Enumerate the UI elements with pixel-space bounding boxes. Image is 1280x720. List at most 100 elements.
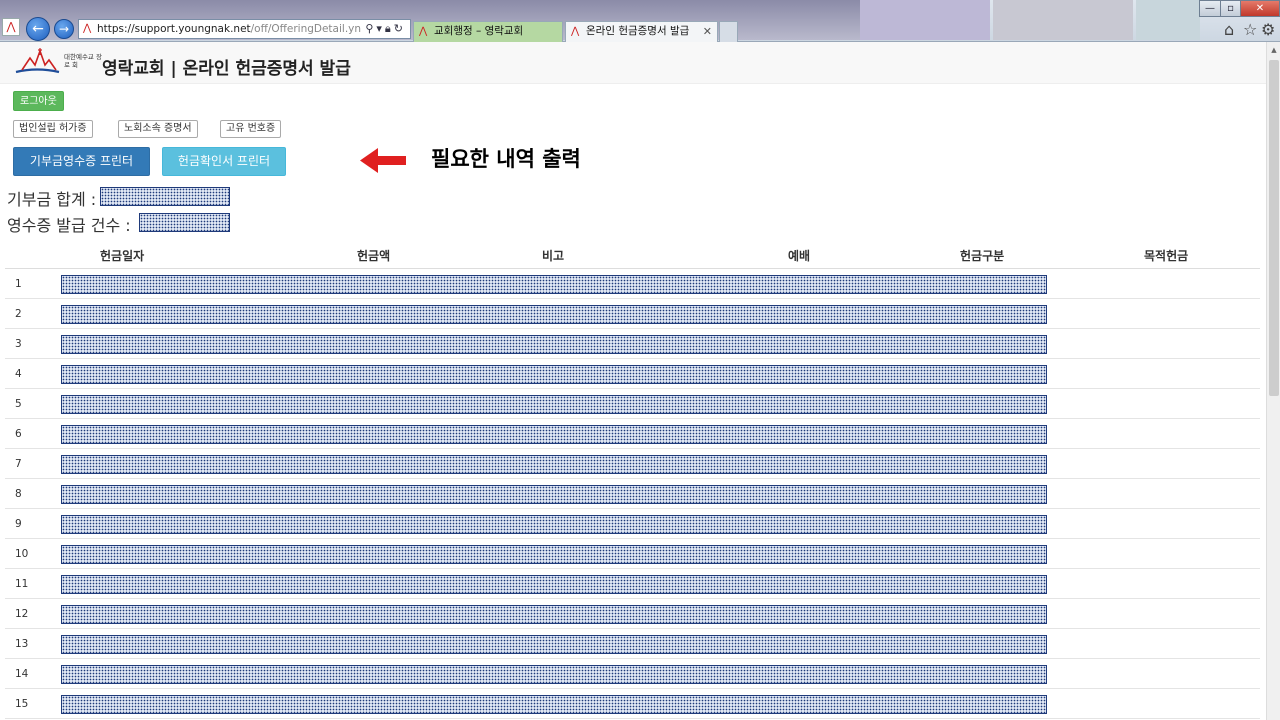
- row-redacted: [61, 425, 1047, 444]
- row-redacted: [61, 455, 1047, 474]
- tab-site-icon: ⋀: [571, 26, 580, 37]
- red-arrow-left-icon: [360, 148, 406, 173]
- gear-icon[interactable]: ⚙: [1261, 20, 1275, 39]
- row-redacted: [61, 335, 1047, 354]
- refresh-icon[interactable]: ↻: [394, 22, 406, 35]
- row-redacted: [61, 635, 1047, 654]
- table-row: 6: [5, 419, 1260, 449]
- table-row: 1: [5, 269, 1260, 299]
- star-icon[interactable]: ☆: [1243, 20, 1257, 39]
- site-icon: ⋀: [83, 23, 92, 34]
- row-redacted: [61, 605, 1047, 624]
- background-blur: [993, 0, 1133, 40]
- site-header: 대한예수교 장 로 회 영락교회 | 온라인 헌금증명서 발급: [0, 42, 1266, 84]
- row-number: 12: [15, 608, 29, 620]
- row-redacted: [61, 545, 1047, 564]
- vertical-scrollbar[interactable]: ▲: [1266, 42, 1280, 720]
- tab-label: 온라인 헌금증명서 발급: [586, 25, 690, 37]
- search-icon[interactable]: ⚲: [365, 22, 376, 35]
- col-remarks: 비고: [542, 249, 565, 263]
- close-icon[interactable]: ✕: [703, 22, 712, 41]
- receipt-count-label: 영수증 발급 건수 :: [7, 216, 131, 235]
- row-number: 10: [15, 548, 29, 560]
- url-path: /off/OfferingDetail.yn: [250, 23, 362, 35]
- row-number: 11: [15, 578, 29, 590]
- row-redacted: [61, 275, 1047, 294]
- background-blur: [1136, 0, 1200, 40]
- tab-church-admin[interactable]: ⋀ 교회행정 – 영락교회: [413, 21, 563, 42]
- print-offering-confirmation-button[interactable]: 헌금확인서 프린터: [162, 147, 286, 176]
- row-number: 2: [15, 308, 22, 320]
- donation-total-redacted: [100, 187, 230, 206]
- row-number: 1: [15, 278, 22, 290]
- row-redacted: [61, 305, 1047, 324]
- table-row: 3: [5, 329, 1260, 359]
- annotation-text: 필요한 내역 출력: [431, 147, 581, 171]
- url-host: https://support.youngnak.net: [97, 23, 251, 35]
- row-number: 9: [15, 518, 22, 530]
- row-redacted: [61, 515, 1047, 534]
- dropdown-icon[interactable]: ▾: [376, 22, 385, 35]
- row-redacted: [61, 575, 1047, 594]
- table-row: 13: [5, 629, 1260, 659]
- row-redacted: [61, 365, 1047, 384]
- address-bar[interactable]: ⋀ https://support.youngnak.net/off/Offer…: [78, 19, 411, 39]
- new-tab-button[interactable]: [719, 21, 738, 42]
- back-button[interactable]: ←: [26, 17, 50, 41]
- logout-button[interactable]: 로그아웃: [13, 91, 64, 111]
- col-worship: 예배: [788, 249, 811, 263]
- table-row: 12: [5, 599, 1260, 629]
- row-number: 6: [15, 428, 22, 440]
- row-number: 3: [15, 338, 22, 350]
- window-close-button[interactable]: ✕: [1240, 0, 1280, 17]
- corporation-permit-button[interactable]: 법인설립 허가증: [13, 120, 93, 138]
- table-row: 2: [5, 299, 1260, 329]
- donation-total-label: 기부금 합계 :: [7, 190, 97, 209]
- tab-label: 교회행정 – 영락교회: [434, 25, 524, 37]
- logo-subtitle: 대한예수교 장 로 회: [64, 53, 102, 69]
- receipt-count-redacted: [139, 213, 230, 232]
- row-redacted: [61, 695, 1047, 714]
- background-blur: [860, 0, 990, 40]
- table-row: 7: [5, 449, 1260, 479]
- row-redacted: [61, 395, 1047, 414]
- browser-chrome: ⋀ ← → ⋀ https://support.youngnak.net/off…: [0, 0, 1280, 42]
- row-number: 13: [15, 638, 29, 650]
- row-redacted: [61, 485, 1047, 504]
- scroll-up-icon[interactable]: ▲: [1267, 42, 1280, 58]
- col-offering-type: 헌금구분: [960, 249, 1005, 263]
- table-header: 헌금일자 헌금액 비고 예배 헌금구분 목적헌금: [5, 242, 1260, 269]
- table-row: 5: [5, 389, 1260, 419]
- scroll-thumb[interactable]: [1269, 60, 1279, 396]
- lock-icon: 🔒︎: [384, 22, 394, 35]
- app-icon: ⋀: [2, 18, 20, 36]
- presbytery-certificate-button[interactable]: 노회소속 증명서: [118, 120, 198, 138]
- page-content: 대한예수교 장 로 회 영락교회 | 온라인 헌금증명서 발급 로그아웃 법인설…: [0, 42, 1266, 720]
- table-row: 9: [5, 509, 1260, 539]
- row-number: 14: [15, 668, 29, 680]
- unique-number-button[interactable]: 고유 번호증: [220, 120, 282, 138]
- table-row: 14: [5, 659, 1260, 689]
- church-logo-icon: [15, 48, 60, 74]
- minimize-button[interactable]: —: [1199, 0, 1221, 17]
- row-number: 4: [15, 368, 22, 380]
- row-number: 15: [15, 698, 29, 710]
- maximize-button[interactable]: ▫: [1220, 0, 1241, 17]
- row-number: 5: [15, 398, 22, 410]
- home-icon[interactable]: ⌂: [1224, 20, 1234, 39]
- tab-online-certificate[interactable]: ⋀ 온라인 헌금증명서 발급 ✕: [565, 21, 718, 42]
- page-title: 영락교회 | 온라인 헌금증명서 발급: [102, 59, 351, 79]
- table-row: 4: [5, 359, 1260, 389]
- forward-button[interactable]: →: [54, 19, 74, 39]
- tab-site-icon: ⋀: [419, 26, 428, 37]
- address-tools[interactable]: ⚲▾🔒︎↻: [365, 20, 406, 38]
- col-offering-amount: 헌금액: [357, 249, 391, 263]
- table-row: 8: [5, 479, 1260, 509]
- table-row: 11: [5, 569, 1260, 599]
- row-number: 7: [15, 458, 22, 470]
- col-purpose-offering: 목적헌금: [1144, 249, 1189, 263]
- table-row: 15: [5, 689, 1260, 719]
- print-donation-receipt-button[interactable]: 기부금영수증 프린터: [13, 147, 150, 176]
- col-offering-date: 헌금일자: [100, 249, 145, 263]
- row-number: 8: [15, 488, 22, 500]
